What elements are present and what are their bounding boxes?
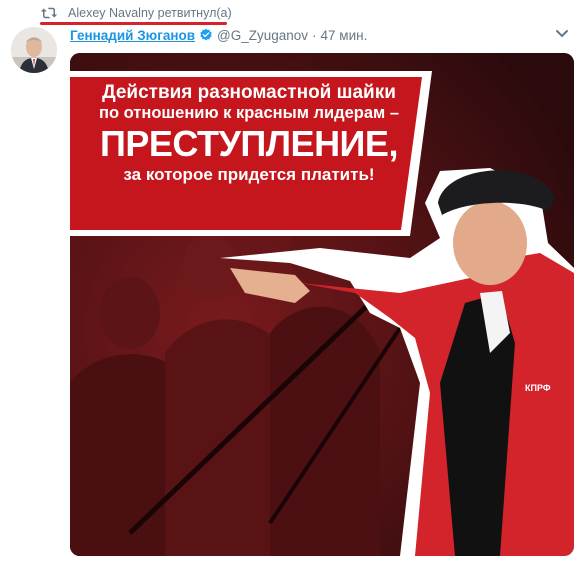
headline-line-4: за которое придется платить! — [123, 164, 375, 184]
avatar[interactable] — [11, 27, 57, 73]
timestamp-link[interactable]: 47 мин. — [321, 28, 368, 43]
tweet-media-image[interactable]: КПРФ Действия разномастной шайки по отно… — [70, 53, 574, 556]
chevron-down-icon[interactable] — [555, 29, 569, 39]
separator-dot: · — [312, 27, 317, 43]
avatar-image — [11, 27, 57, 73]
retweet-label[interactable]: Alexey Navalny ретвитнул(а) — [68, 6, 232, 20]
display-name-link[interactable]: Геннадий Зюганов — [70, 28, 195, 43]
headline-line-2: по отношению к красным лидерам – — [98, 103, 399, 122]
headline-text: Действия разномастной шайки по отношению… — [84, 82, 414, 184]
retweet-context[interactable]: Alexey Navalny ретвитнул(а) — [40, 4, 232, 22]
verified-badge-icon — [200, 28, 212, 41]
headline-line-3: ПРЕСТУПЛЕНИЕ, — [100, 123, 398, 165]
user-handle[interactable]: @G_Zyuganov — [217, 28, 308, 43]
retweet-icon — [40, 7, 58, 19]
headline-line-1: Действия разномастной шайки — [102, 82, 396, 103]
jacket-emblem: КПРФ — [525, 383, 551, 393]
tweet-header: Геннадий Зюганов @G_Zyuganov · 47 мин. — [70, 25, 367, 45]
